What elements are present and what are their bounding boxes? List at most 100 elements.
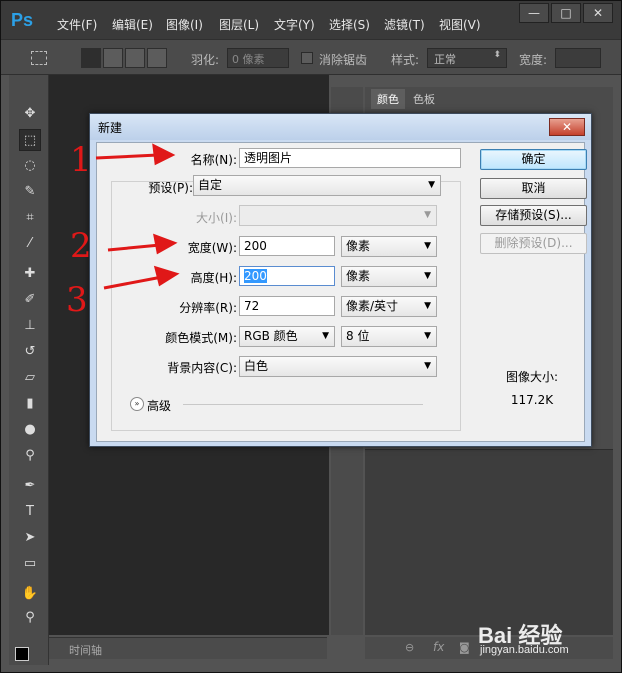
window-controls: — □ ✕ xyxy=(519,3,613,23)
resolution-label: 分辨率(R): xyxy=(179,301,237,315)
healing-brush-icon[interactable]: ✚ xyxy=(19,263,41,285)
close-button[interactable]: ✕ xyxy=(583,3,613,23)
annotation-number-2: 2 xyxy=(70,226,92,266)
menu-layer[interactable]: 图层(L) xyxy=(219,16,259,33)
advanced-expand-icon[interactable]: » xyxy=(130,397,144,411)
feather-input[interactable]: 0 像素 xyxy=(227,48,289,68)
background-label: 背景内容(C): xyxy=(167,361,237,375)
chevron-down-icon: ▼ xyxy=(424,361,431,371)
chevron-down-icon: ▼ xyxy=(424,241,431,251)
color-mode-select[interactable]: RGB 颜色 ▼ xyxy=(239,326,335,347)
style-value: 正常 xyxy=(434,53,456,66)
brush-tool-icon[interactable]: ✐ xyxy=(19,289,41,311)
preset-label: 预设(P): xyxy=(148,181,193,195)
ok-button[interactable]: 确定 xyxy=(480,149,587,170)
width-unit-select[interactable]: 像素 ▼ xyxy=(341,236,437,257)
preset-value: 自定 xyxy=(198,178,223,192)
feather-value: 0 像素 xyxy=(232,53,265,66)
bit-depth-select[interactable]: 8 位 ▼ xyxy=(341,326,437,347)
background-value: 白色 xyxy=(244,359,269,373)
style-label: 样式: xyxy=(391,53,420,67)
type-tool-icon[interactable]: T xyxy=(19,501,41,523)
crop-tool-icon[interactable]: ⌗ xyxy=(19,207,41,229)
name-input[interactable]: 透明图片 xyxy=(239,148,461,168)
antialias-checkbox[interactable] xyxy=(301,52,313,64)
cancel-button[interactable]: 取消 xyxy=(480,178,587,199)
tab-color[interactable]: 颜色 xyxy=(371,89,405,109)
new-selection-icon[interactable] xyxy=(81,48,101,68)
dodge-tool-icon[interactable]: ⚲ xyxy=(19,445,41,467)
baidu-watermark: Bai 经验 jingyan.baidu.com xyxy=(478,618,569,656)
eyedropper-icon[interactable]: ⁄ xyxy=(19,233,41,255)
layers-panel xyxy=(365,449,613,635)
chevron-down-icon: ⬍ xyxy=(493,50,501,60)
marquee-preset-icon[interactable] xyxy=(31,51,47,65)
annotation-number-1: 1 xyxy=(70,140,92,180)
blur-tool-icon[interactable]: ● xyxy=(19,419,41,441)
fx-icon[interactable]: fx xyxy=(433,640,444,654)
minimize-button[interactable]: — xyxy=(519,3,549,23)
style-select[interactable]: 正常 ⬍ xyxy=(427,48,507,68)
tab-swatches[interactable]: 色板 xyxy=(407,89,441,109)
menu-edit[interactable]: 编辑(E) xyxy=(112,16,153,33)
menu-type[interactable]: 文字(Y) xyxy=(274,16,315,33)
dialog-title: 新建 xyxy=(98,121,123,135)
background-select[interactable]: 白色 ▼ xyxy=(239,356,437,377)
hand-tool-icon[interactable]: ✋ xyxy=(19,583,41,605)
lasso-tool-icon[interactable]: ◌ xyxy=(19,155,41,177)
add-selection-icon[interactable] xyxy=(103,48,123,68)
move-tool-icon[interactable]: ✥ xyxy=(19,103,41,125)
quick-select-icon[interactable]: ✎ xyxy=(19,181,41,203)
marquee-tool-icon[interactable]: ⬚ xyxy=(19,129,41,151)
zoom-tool-icon[interactable]: ⚲ xyxy=(19,607,41,629)
gradient-tool-icon[interactable]: ▮ xyxy=(19,393,41,415)
shape-tool-icon[interactable]: ▭ xyxy=(19,553,41,575)
intersect-selection-icon[interactable] xyxy=(147,48,167,68)
menu-view[interactable]: 视图(V) xyxy=(439,16,481,33)
chevron-down-icon: ▼ xyxy=(424,331,431,341)
path-select-icon[interactable]: ➤ xyxy=(19,527,41,549)
height-input[interactable]: 200 xyxy=(239,266,335,286)
chevron-down-icon: ▼ xyxy=(424,210,431,220)
dialog-body: 名称(N): 透明图片 预设(P): 自定 ▼ 大小(I): ▼ 宽度(W): … xyxy=(96,142,587,442)
size-label: 大小(I): xyxy=(196,211,237,225)
link-icon[interactable]: ⊖ xyxy=(405,641,414,654)
new-document-dialog: 新建 ✕ 名称(N): 透明图片 预设(P): 自定 ▼ 大小(I): ▼ 宽度… xyxy=(89,113,592,447)
height-unit-select[interactable]: 像素 ▼ xyxy=(341,266,437,287)
resolution-input[interactable]: 72 xyxy=(239,296,335,316)
advanced-label[interactable]: 高级 xyxy=(147,397,177,414)
size-select: ▼ xyxy=(239,205,437,226)
height-label: 高度(H): xyxy=(190,271,237,285)
history-brush-icon[interactable]: ↺ xyxy=(19,341,41,363)
timeline-label[interactable]: 时间轴 xyxy=(69,642,102,658)
save-preset-button[interactable]: 存储预设(S)... xyxy=(480,205,587,226)
color-mode-label: 颜色模式(M): xyxy=(165,331,237,345)
image-size-value: 117.2K xyxy=(510,393,554,407)
preset-select[interactable]: 自定 ▼ xyxy=(193,175,441,196)
subtract-selection-icon[interactable] xyxy=(125,48,145,68)
height-unit-value: 像素 xyxy=(346,269,371,283)
stamp-tool-icon[interactable]: ⊥ xyxy=(19,315,41,337)
eraser-tool-icon[interactable]: ▱ xyxy=(19,367,41,389)
width-unit-value: 像素 xyxy=(346,239,371,253)
menu-filter[interactable]: 滤镜(T) xyxy=(384,16,425,33)
resolution-unit-select[interactable]: 像素/英寸 ▼ xyxy=(341,296,437,317)
mask-icon[interactable]: ◙ xyxy=(459,641,470,654)
foreground-color-swatch[interactable] xyxy=(15,647,29,661)
chevron-down-icon: ▼ xyxy=(424,301,431,311)
antialias-label: 消除锯齿 xyxy=(319,53,368,67)
resolution-unit-value: 像素/英寸 xyxy=(346,299,399,313)
dialog-close-button[interactable]: ✕ xyxy=(549,118,585,136)
watermark-url: jingyan.baidu.com xyxy=(480,644,569,656)
advanced-divider xyxy=(183,404,423,405)
color-mode-value: RGB 颜色 xyxy=(244,329,298,343)
menu-image[interactable]: 图像(I) xyxy=(166,16,203,33)
chevron-down-icon: ▼ xyxy=(424,271,431,281)
maximize-button[interactable]: □ xyxy=(551,3,581,23)
width-input[interactable] xyxy=(555,48,601,68)
width-input[interactable]: 200 xyxy=(239,236,335,256)
options-bar: 羽化: 0 像素 消除锯齿 样式: 正常 ⬍ 宽度: xyxy=(1,39,621,75)
menu-select[interactable]: 选择(S) xyxy=(329,16,370,33)
pen-tool-icon[interactable]: ✒ xyxy=(19,475,41,497)
menu-file[interactable]: 文件(F) xyxy=(57,16,97,33)
